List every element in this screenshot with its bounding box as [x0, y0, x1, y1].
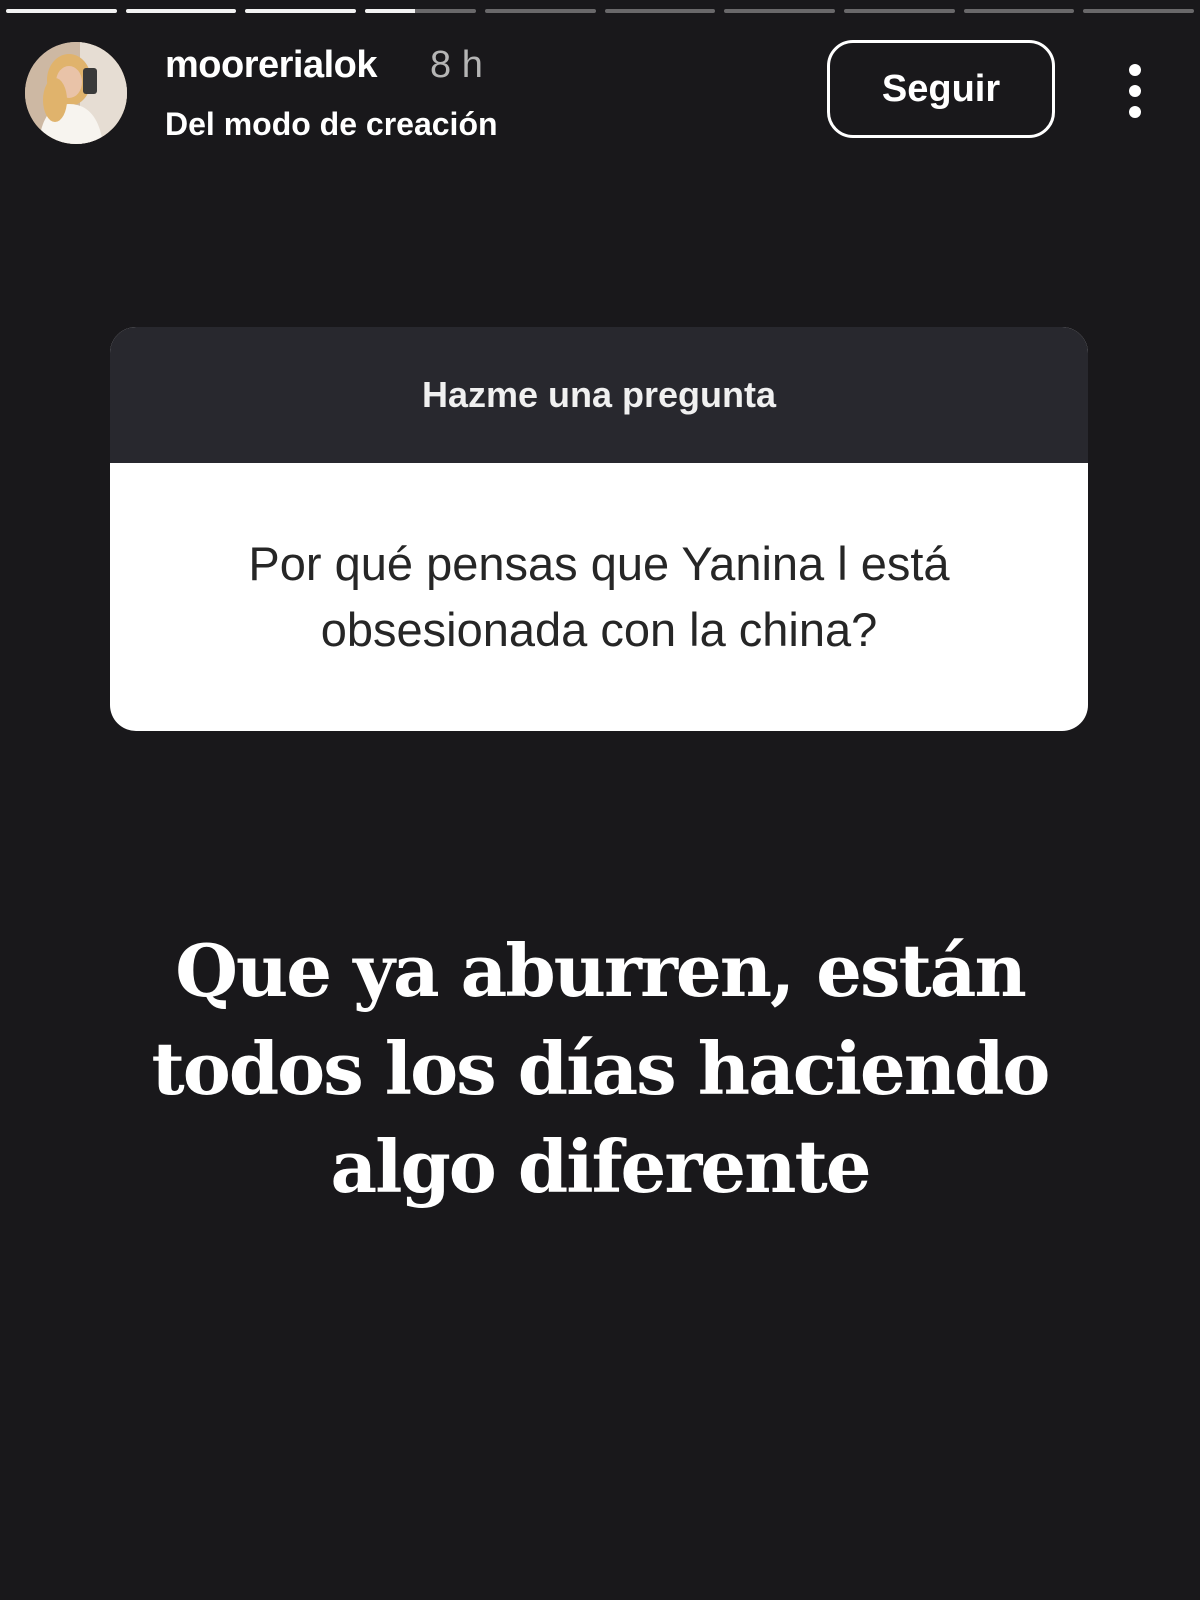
story-progress-fill	[365, 9, 415, 13]
story-progress-segment	[484, 9, 596, 13]
story-progress-segment	[604, 9, 716, 13]
story-progress-segment	[125, 9, 237, 13]
creation-mode-label[interactable]: Del modo de creación	[165, 106, 498, 143]
story-progress-segment	[724, 9, 835, 13]
story-progress-segment	[365, 9, 476, 13]
more-options-button[interactable]	[1115, 62, 1155, 120]
vertical-ellipsis-icon	[1129, 64, 1141, 118]
avatar[interactable]	[25, 42, 127, 144]
story-progress-segment	[245, 9, 357, 13]
story-progress-segment	[6, 9, 117, 13]
answer-line: todos los días haciendo	[151, 1026, 1051, 1111]
story-progress-segment	[1083, 9, 1195, 13]
story-progress-fill	[6, 9, 117, 13]
story-progress-segment	[963, 9, 1075, 13]
username[interactable]: moorerialok	[165, 44, 378, 87]
profile-photo-icon	[25, 42, 127, 144]
post-time: 8 h	[430, 44, 483, 86]
story-progress-bar	[6, 9, 1195, 14]
question-prompt: Hazme una pregunta	[110, 327, 1088, 463]
follow-button[interactable]: Seguir	[827, 40, 1055, 138]
answer-text: Que ya aburren, están todos los días hac…	[60, 922, 1140, 1216]
answer-line: algo diferente	[330, 1124, 871, 1209]
question-text: Por qué pensas que Yanina l está obsesio…	[248, 537, 950, 656]
story-progress-fill	[245, 9, 357, 13]
story-progress-segment	[843, 9, 955, 13]
answer-line: Que ya aburren, están	[175, 928, 1027, 1013]
question-sticker[interactable]: Hazme una pregunta Por qué pensas que Ya…	[110, 327, 1088, 731]
story-progress-fill	[125, 9, 237, 13]
